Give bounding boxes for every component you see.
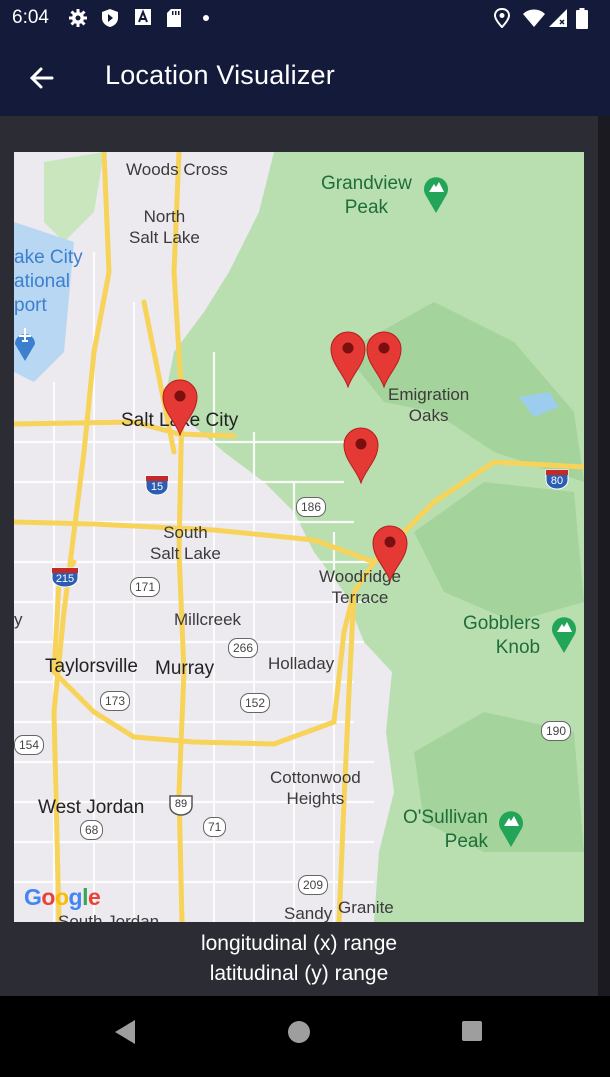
content-area: Woods Cross North Salt Lake ake City ati… [0, 116, 598, 996]
nav-bar [0, 996, 610, 1077]
location-marker-icon[interactable] [371, 524, 409, 582]
route-71-shield: 71 [203, 817, 227, 837]
recents-square-icon[interactable] [461, 1020, 483, 1042]
route-154-shield: 154 [14, 735, 45, 755]
route-209-shield: 209 [298, 875, 329, 895]
route-171-shield: 171 [130, 577, 161, 597]
location-marker-icon[interactable] [342, 426, 380, 484]
scrollbar[interactable] [598, 116, 610, 996]
shield-icon [102, 9, 118, 27]
route-173-shield: 173 [100, 691, 131, 711]
label-sandy: Sandy [284, 904, 333, 922]
route-190-shield: 190 [541, 721, 572, 741]
route-186-shield: 186 [296, 497, 327, 517]
home-circle-icon[interactable] [287, 1020, 311, 1044]
route-89-shield: 89 [168, 794, 194, 816]
label-holladay: Holladay [268, 654, 335, 673]
airport-icon [15, 328, 35, 361]
settings-icon [69, 9, 87, 27]
label-murray: Murray [155, 658, 215, 679]
peak-icon [424, 177, 448, 213]
x-range-caption: longitudinal (x) range [200, 932, 398, 955]
location-pin-icon [494, 8, 510, 28]
interstate-215-shield: 215 [50, 566, 79, 588]
label-gobblers-knob: Gobblers Knob [463, 613, 541, 658]
location-marker-icon[interactable] [161, 378, 199, 436]
label-south-jordan: South Jordan [58, 912, 160, 922]
peak-icon [552, 617, 576, 653]
status-bar: 6:04 [0, 0, 610, 36]
label-cottonwood-heights: Cottonwood Heights [270, 768, 361, 808]
interstate-80-shield: 80 [544, 468, 570, 490]
arrow-back-icon[interactable] [22, 58, 62, 98]
peak-icon [499, 811, 523, 847]
route-68-shield: 68 [80, 820, 104, 840]
interstate-15-shield: 15 [144, 474, 170, 496]
label-woods-cross: Woods Cross [126, 160, 228, 179]
status-time: 6:04 [12, 7, 49, 28]
signal-icon [549, 9, 567, 27]
label-millcreek: Millcreek [174, 610, 242, 629]
label-port: port [14, 295, 47, 316]
route-152-shield: 152 [240, 693, 271, 713]
wifi-icon [523, 9, 545, 27]
text-a-icon [135, 9, 151, 25]
location-marker-icon[interactable] [365, 330, 403, 388]
label-national: ational [14, 271, 70, 292]
label-north-salt-lake: North Salt Lake [129, 207, 200, 247]
label-osullivan-peak: O'Sullivan Peak [403, 807, 488, 852]
battery-icon [576, 8, 588, 29]
label-taylorsville: Taylorsville [45, 656, 138, 677]
map-view[interactable]: Woods Cross North Salt Lake ake City ati… [14, 152, 584, 922]
sd-card-icon [167, 9, 181, 27]
route-266-shield: 266 [228, 638, 259, 658]
label-y: y [14, 610, 23, 629]
dot-icon [203, 15, 209, 21]
page-title: Location Visualizer [105, 60, 335, 90]
label-grandview-peak: Grandview Peak [321, 173, 412, 218]
label-west-jordan: West Jordan [38, 797, 145, 818]
app-bar: Location Visualizer [0, 36, 610, 116]
location-marker-icon[interactable] [329, 330, 367, 388]
back-triangle-icon[interactable] [112, 1018, 138, 1046]
label-lake-city: ake City [14, 247, 83, 268]
y-range-caption: latitudinal (y) range [209, 962, 389, 985]
google-logo: Google [24, 884, 101, 910]
label-emigration-oaks: Emigration Oaks [388, 385, 470, 425]
label-south-salt-lake: South Salt Lake [150, 523, 221, 563]
label-granite: Granite [338, 898, 394, 917]
